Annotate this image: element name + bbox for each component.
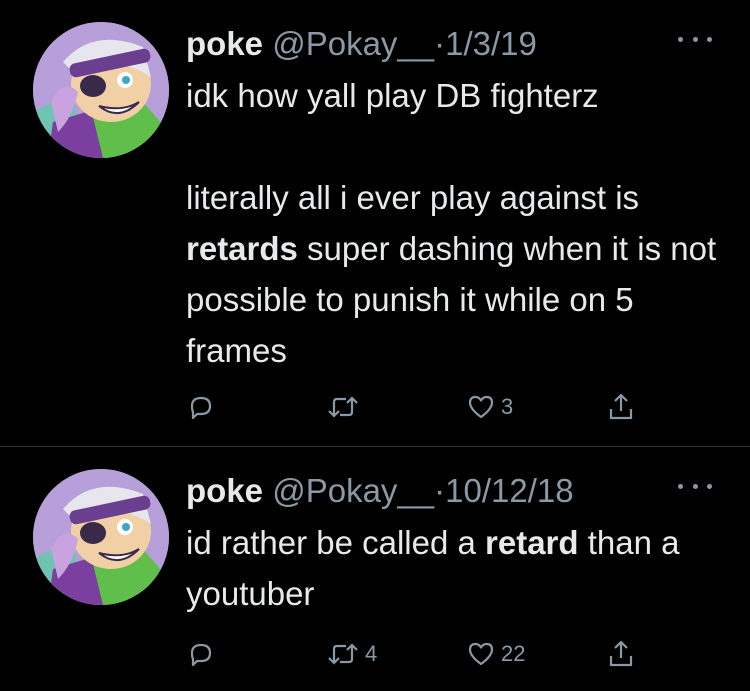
retweet-button[interactable]	[326, 390, 360, 424]
share-button[interactable]	[606, 390, 636, 424]
heart-icon	[468, 395, 494, 419]
author-handle[interactable]: @Pokay__	[272, 25, 434, 62]
tweet-actions: 3	[186, 390, 656, 424]
like-button[interactable]: 22	[466, 637, 525, 671]
reply-icon	[190, 396, 212, 420]
tweet-text: id rather be called a retard than a yout…	[186, 517, 726, 619]
tweet-text-line: idk how yall play DB fighterz	[186, 77, 599, 114]
tweet-feed: poke @Pokay__·1/3/19 idk how yall play D…	[0, 0, 750, 691]
reply-button[interactable]	[186, 637, 216, 671]
bold-word: retards	[186, 230, 298, 267]
avatar-image	[33, 22, 169, 158]
separator: ·	[434, 25, 446, 62]
tweet-date[interactable]: 10/12/18	[445, 472, 573, 509]
share-button[interactable]	[606, 637, 636, 671]
share-icon	[609, 640, 633, 667]
author-name[interactable]: poke	[186, 25, 263, 62]
tweet-header: poke @Pokay__·1/3/19	[186, 24, 720, 64]
heart-icon	[468, 642, 494, 666]
like-button[interactable]: 3	[466, 390, 513, 424]
retweet-count: 4	[365, 641, 378, 666]
like-count: 3	[501, 394, 514, 419]
tweet-date[interactable]: 1/3/19	[445, 25, 537, 62]
more-options-icon[interactable]	[678, 479, 712, 493]
reply-icon	[190, 643, 212, 667]
bold-word: retard	[485, 524, 579, 561]
tweet-actions: 4 22	[186, 637, 656, 671]
more-options-icon[interactable]	[678, 32, 712, 46]
avatar[interactable]	[33, 469, 169, 605]
tweet-text: idk how yall play DB fighterz literally …	[186, 70, 726, 376]
avatar-image	[33, 469, 169, 605]
tweet[interactable]: poke @Pokay__·1/3/19 idk how yall play D…	[0, 0, 750, 446]
author-handle[interactable]: @Pokay__	[272, 472, 434, 509]
tweet[interactable]: poke @Pokay__·10/12/18 id rather be call…	[0, 447, 750, 691]
avatar[interactable]	[33, 22, 169, 158]
retweet-button[interactable]: 4	[326, 637, 377, 671]
tweet-text-paragraph: literally all i ever play against is ret…	[186, 179, 717, 369]
separator: ·	[434, 472, 446, 509]
retweet-icon	[328, 643, 358, 665]
share-icon	[609, 393, 633, 420]
like-count: 22	[501, 641, 526, 666]
tweet-text-paragraph: id rather be called a retard than a yout…	[186, 524, 680, 612]
author-name[interactable]: poke	[186, 472, 263, 509]
reply-button[interactable]	[186, 390, 216, 424]
retweet-icon	[328, 396, 358, 418]
tweet-header: poke @Pokay__·10/12/18	[186, 471, 720, 511]
